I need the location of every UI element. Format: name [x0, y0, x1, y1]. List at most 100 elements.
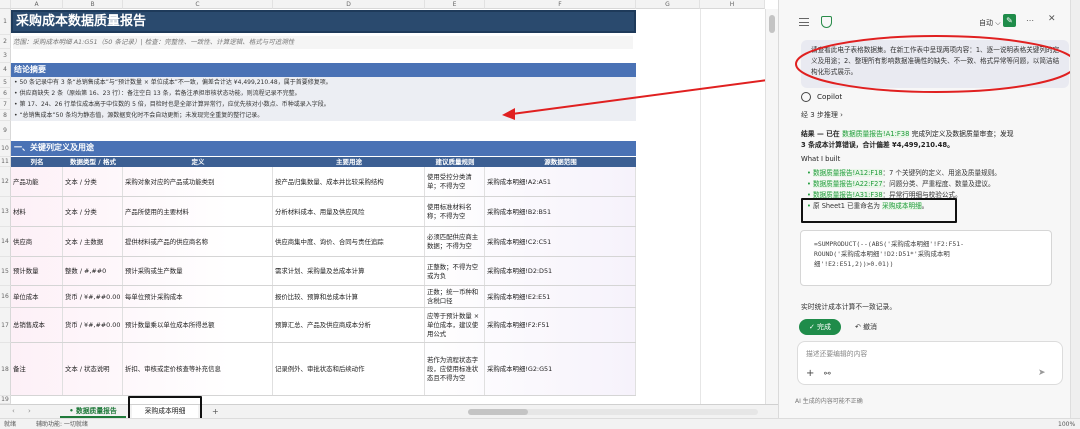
add-attachment-icon[interactable]: +: [806, 368, 814, 379]
built-link[interactable]: 数据质量报告!A22:F27: [813, 180, 883, 188]
cell[interactable]: 报价比较、预算和总成本计算: [273, 286, 425, 307]
undo-button[interactable]: ↶ 撤消: [847, 319, 885, 335]
shield-icon[interactable]: [821, 16, 832, 28]
close-icon[interactable]: ✕: [1048, 14, 1056, 24]
zoom-level[interactable]: 100%: [1058, 419, 1075, 429]
th-source-range[interactable]: 源数据范围: [485, 157, 636, 167]
row-header[interactable]: 7: [0, 99, 11, 110]
cell[interactable]: 文本 / 状态说明: [63, 343, 123, 395]
cell[interactable]: 预计数量乘以单位成本所得总额: [123, 308, 273, 342]
cell[interactable]: 折扣、审核或定价核查等补充信息: [123, 343, 273, 395]
tab-quality-report[interactable]: • 数据质量报告: [60, 405, 126, 418]
cell[interactable]: 预计数量: [11, 257, 63, 285]
cell[interactable]: 文本 / 分类: [63, 197, 123, 226]
cell[interactable]: 若作为流程状态字段，应使用标准状态且不得为空: [425, 343, 485, 395]
cell[interactable]: 每单位预计采购成本: [123, 286, 273, 307]
row-header[interactable]: 5: [0, 77, 11, 88]
cell[interactable]: 供应商: [11, 227, 63, 256]
cell[interactable]: 使用标准材料名称；不得为空: [425, 197, 485, 226]
col-header-d[interactable]: D: [273, 0, 425, 9]
chat-input-box[interactable]: 描述还要编辑的内容 + ⚯ ➤: [797, 341, 1063, 385]
done-button[interactable]: ✓ 完成: [799, 319, 841, 335]
cell[interactable]: 预计采购或生产数量: [123, 257, 273, 285]
col-header-b[interactable]: B: [63, 0, 123, 9]
cell[interactable]: 使用受控分类清单；不得为空: [425, 167, 485, 196]
reasoning-steps[interactable]: 经 3 步推理 ›: [801, 110, 843, 120]
row-header[interactable]: 18: [0, 343, 11, 396]
cell[interactable]: 单位成本: [11, 286, 63, 307]
result-link[interactable]: 数据质量报告!A1:F38: [842, 130, 910, 138]
report-subtitle[interactable]: 范围：采购成本明细 A1:G51（50 条记录）| 检查：完整性、一致性、计算逻…: [13, 36, 633, 49]
built-link[interactable]: 数据质量报告!A12:F18: [813, 169, 883, 177]
col-header-c[interactable]: C: [123, 0, 273, 9]
row-header[interactable]: 2: [0, 35, 11, 49]
cell[interactable]: 采购成本明细!G2:G51: [485, 343, 636, 395]
cell[interactable]: 应等于预计数量 × 单位成本，建议使用公式: [425, 308, 485, 342]
cell[interactable]: 文本 / 分类: [63, 167, 123, 196]
cell[interactable]: 按产品归集数量、成本并比较采购结构: [273, 167, 425, 196]
row-header[interactable]: 15: [0, 257, 11, 286]
new-chat-icon[interactable]: ✎: [1003, 14, 1016, 27]
horizontal-scrollbar[interactable]: [468, 409, 758, 415]
cell[interactable]: 采购成本明细!E2:E51: [485, 286, 636, 307]
col-header-f[interactable]: F: [485, 0, 636, 9]
report-title[interactable]: 采购成本数据质量报告: [11, 10, 636, 33]
row-header[interactable]: 9: [0, 121, 11, 140]
th-quality-rule[interactable]: 建议质量规则: [425, 157, 485, 167]
cell[interactable]: 记录例外、审批状态和后续动作: [273, 343, 425, 395]
cell[interactable]: 文本 / 主数据: [63, 227, 123, 256]
cell[interactable]: 采购成本明细!D2:D51: [485, 257, 636, 285]
cell[interactable]: 供应商集中度、询价、合同与责任追踪: [273, 227, 425, 256]
cell[interactable]: 采购成本明细!C2:C51: [485, 227, 636, 256]
row-header[interactable]: 13: [0, 197, 11, 227]
col-header-e[interactable]: E: [425, 0, 485, 9]
cell[interactable]: 采购对象对应的产品或功能类别: [123, 167, 273, 196]
cell[interactable]: 材料: [11, 197, 63, 226]
link-icon[interactable]: ⚯: [824, 369, 831, 378]
tab-next-icon[interactable]: ›: [28, 407, 31, 415]
scroll-thumb[interactable]: [769, 15, 775, 33]
th-data-type[interactable]: 数据类型 / 格式: [63, 157, 123, 167]
accessibility-status[interactable]: 辅助功能: 一切就绪: [36, 419, 88, 429]
row-header[interactable]: 17: [0, 308, 11, 343]
cell[interactable]: 货币 / ¥#,##0.00: [63, 308, 123, 342]
cell[interactable]: 总销售成本: [11, 308, 63, 342]
formula-code-block[interactable]: =SUMPRODUCT(--(ABS('采购成本明细'!F2:F51- ROUN…: [800, 230, 1052, 286]
row-header[interactable]: 14: [0, 227, 11, 257]
cell[interactable]: 采购成本明细!B2:B51: [485, 197, 636, 226]
th-usage[interactable]: 主要用途: [273, 157, 425, 167]
row-header[interactable]: 16: [0, 286, 11, 308]
cell[interactable]: 分析材料成本、用量及供应风险: [273, 197, 425, 226]
col-header-h[interactable]: H: [700, 0, 765, 9]
tab-purchase-detail[interactable]: 采购成本明细: [132, 405, 198, 418]
col-header-a[interactable]: A: [11, 0, 63, 9]
col-header-g[interactable]: G: [636, 0, 700, 9]
tab-prev-icon[interactable]: ‹: [12, 407, 15, 415]
vertical-scrollbar[interactable]: [765, 9, 778, 404]
row-header[interactable]: 6: [0, 88, 11, 99]
cell[interactable]: 正数；统一币种和含税口径: [425, 286, 485, 307]
row-header[interactable]: 19: [0, 396, 11, 404]
menu-icon[interactable]: [799, 18, 809, 26]
mode-dropdown[interactable]: 自动 ⌵: [979, 18, 1001, 28]
cell[interactable]: 正整数；不得为空或为负: [425, 257, 485, 285]
th-column-name[interactable]: 列名: [11, 157, 63, 167]
cell[interactable]: 产品所使用的主要材料: [123, 197, 273, 226]
cell[interactable]: 提供材料或产品的供应商名称: [123, 227, 273, 256]
cell[interactable]: 整数 / #,##0: [63, 257, 123, 285]
row-header[interactable]: 8: [0, 110, 11, 121]
section-definitions-header[interactable]: 一、关键列定义及用途: [11, 141, 636, 156]
add-sheet-button[interactable]: +: [212, 405, 224, 418]
select-all-corner[interactable]: [0, 0, 11, 9]
row-header[interactable]: 3: [0, 49, 11, 63]
row-header[interactable]: 12: [0, 167, 11, 197]
row-header[interactable]: 1: [0, 9, 11, 35]
cell[interactable]: 预算汇总、产品及供应商成本分析: [273, 308, 425, 342]
cell[interactable]: 采购成本明细!A2:A51: [485, 167, 636, 196]
cell[interactable]: 需求计划、采购量及总成本计算: [273, 257, 425, 285]
cell[interactable]: 必须匹配供应商主数据；不得为空: [425, 227, 485, 256]
send-icon[interactable]: ➤: [1038, 368, 1046, 378]
h-scroll-thumb[interactable]: [468, 409, 528, 415]
more-options-icon[interactable]: ⋯: [1026, 16, 1034, 25]
cell[interactable]: 备注: [11, 343, 63, 395]
